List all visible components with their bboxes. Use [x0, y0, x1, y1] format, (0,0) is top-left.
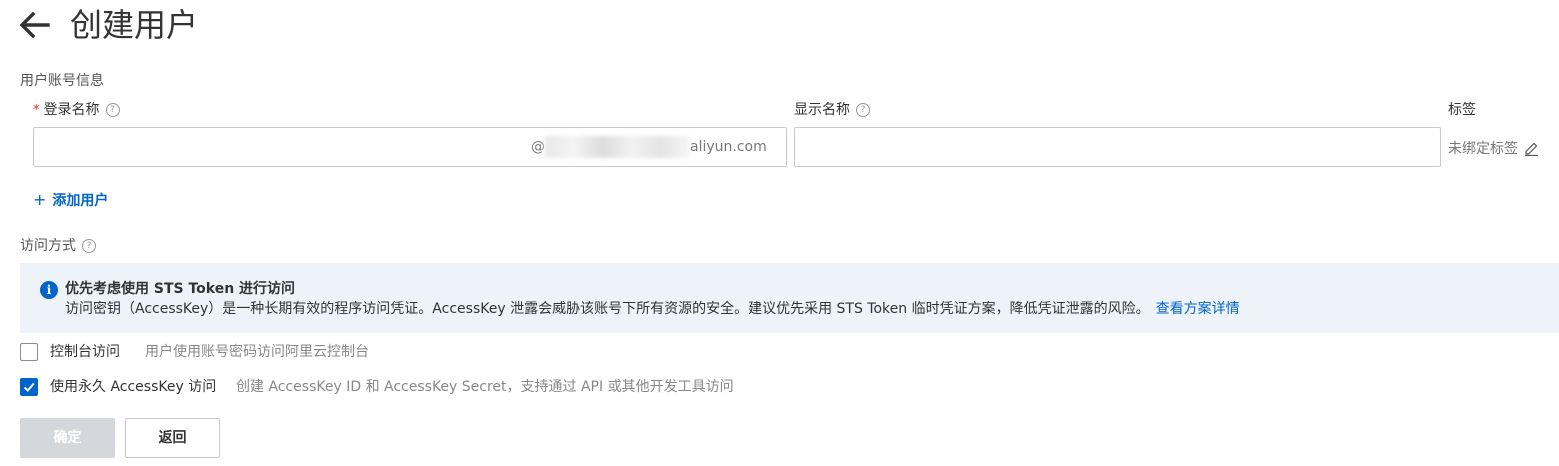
help-icon[interactable]: ? [105, 103, 120, 117]
login-name-suffix-at: @ [531, 139, 545, 155]
help-icon[interactable]: ? [82, 239, 96, 253]
accesskey-access-checkbox[interactable] [20, 378, 38, 396]
section-label-account: 用户账号信息 [20, 73, 104, 89]
tags-value: 未绑定标签 [1448, 138, 1539, 159]
console-access-label: 控制台访问 [50, 344, 120, 360]
tags-label: 标签 [1448, 102, 1476, 118]
info-alert: i 优先考虑使用 STS Token 进行访问 访问密钥（AccessKey）是… [20, 263, 1559, 333]
accesskey-access-label: 使用永久 AccessKey 访问 [50, 379, 217, 395]
add-user-button[interactable]: + 添加用户 [33, 190, 108, 210]
display-name-input[interactable] [795, 128, 1440, 166]
required-mark: * [33, 103, 40, 118]
console-access-description: 用户使用账号密码访问阿里云控制台 [145, 344, 369, 360]
login-name-input[interactable] [34, 128, 524, 166]
plus-icon: + [33, 190, 47, 209]
tags-status-text: 未绑定标签 [1448, 141, 1518, 157]
info-icon: i [40, 281, 58, 299]
login-name-suffix-domain: aliyun.com [690, 139, 767, 155]
alert-title: 优先考虑使用 STS Token 进行访问 [65, 281, 296, 297]
console-access-checkbox[interactable] [20, 343, 38, 361]
display-name-label: 显示名称? [794, 100, 870, 120]
alert-description: 访问密钥（AccessKey）是一种长期有效的程序访问凭证。AccessKey … [65, 301, 1240, 317]
page-title: 创建用户 [70, 6, 199, 44]
back-button[interactable]: 返回 [125, 418, 220, 458]
login-name-label: * 登录名称? [33, 100, 120, 121]
view-details-link[interactable]: 查看方案详情 [1156, 301, 1240, 317]
redacted-domain-block [545, 136, 690, 158]
help-icon[interactable]: ? [856, 103, 870, 117]
checkmark-icon [23, 382, 35, 392]
confirm-button[interactable]: 确定 [20, 418, 115, 458]
back-arrow-icon[interactable] [18, 8, 52, 42]
edit-icon[interactable] [1524, 141, 1539, 156]
display-name-field[interactable] [794, 127, 1441, 167]
section-label-access: 访问方式? [20, 236, 96, 256]
accesskey-access-description: 创建 AccessKey ID 和 AccessKey Secret，支持通过 … [236, 379, 734, 395]
